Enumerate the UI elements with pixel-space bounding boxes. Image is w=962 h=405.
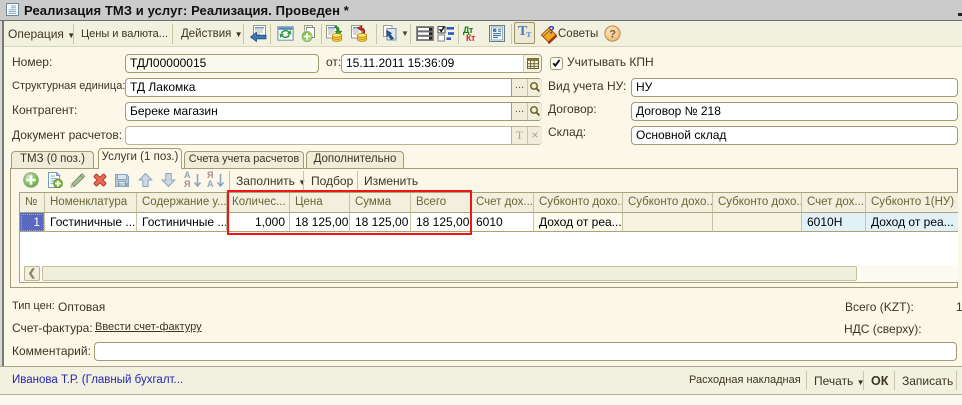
svg-text:ЕОК: ЕОК xyxy=(119,182,129,187)
svg-text:?: ? xyxy=(548,25,555,37)
svg-text:?: ? xyxy=(609,29,616,41)
